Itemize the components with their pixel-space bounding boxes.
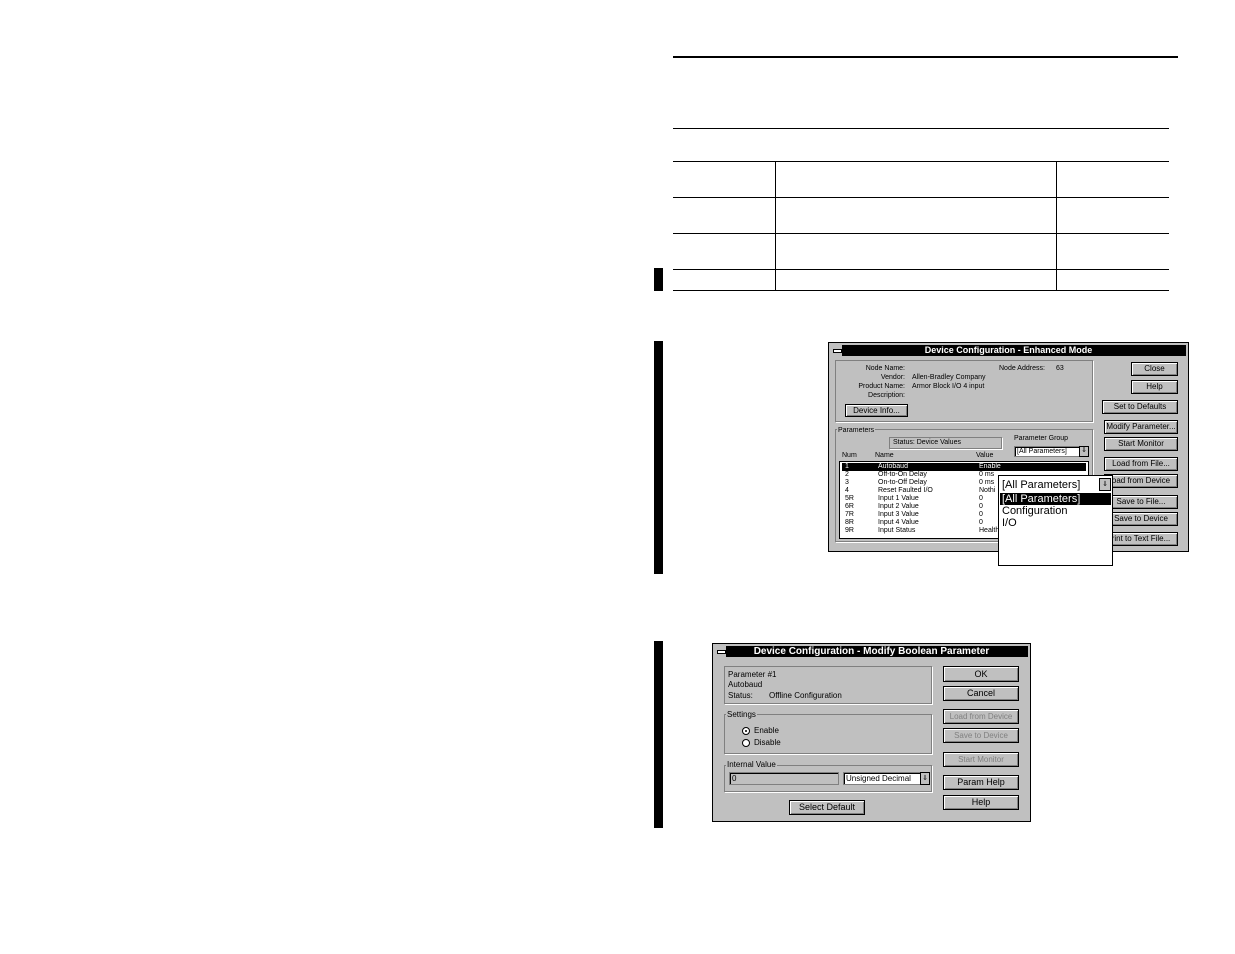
- row-name: Input 4 Value: [878, 519, 919, 526]
- print-to-text-file-button[interactable]: rint to Text File...: [1104, 532, 1178, 546]
- row-num: 5R: [845, 495, 854, 502]
- format-select[interactable]: Unsigned Decimal: [843, 772, 921, 785]
- vendor-value: Allen-Bradley Company: [912, 374, 986, 381]
- row-num: 2: [845, 471, 849, 478]
- parameter-group-select[interactable]: [All Parameters]: [1014, 446, 1080, 457]
- internal-value-field[interactable]: 0: [729, 772, 839, 785]
- table-rule: [673, 269, 1169, 270]
- parameter-number: Parameter #1: [728, 670, 777, 679]
- col-num-header: Num: [842, 452, 857, 459]
- row-name: Input 1 Value: [878, 495, 919, 502]
- dropdown-arrow-icon[interactable]: ⇓: [1079, 446, 1089, 457]
- row-num: 3: [845, 479, 849, 486]
- system-menu-icon[interactable]: [831, 345, 843, 356]
- table-rule: [673, 233, 1169, 234]
- section-rule: [673, 128, 1169, 129]
- help-button[interactable]: Help: [1131, 380, 1178, 394]
- dropdown-option[interactable]: I/O: [1000, 517, 1111, 529]
- save-to-device-button[interactable]: Save to Device: [943, 728, 1019, 743]
- table-col-divider: [775, 161, 776, 291]
- disable-radio[interactable]: [742, 739, 750, 747]
- window-title: Device Configuration - Enhanced Mode: [831, 345, 1186, 356]
- row-num: 1: [845, 463, 849, 470]
- cancel-button[interactable]: Cancel: [943, 686, 1019, 701]
- system-menu-icon[interactable]: [715, 646, 727, 657]
- row-name: Input Status: [878, 527, 916, 534]
- settings-label: Settings: [726, 710, 757, 720]
- status-value: Offline Configuration: [769, 691, 842, 700]
- node-address-label: Node Address:: [999, 365, 1045, 372]
- load-from-device-button[interactable]: oad from Device: [1104, 474, 1178, 488]
- col-value-header: Value: [976, 452, 994, 459]
- select-default-button[interactable]: Select Default: [789, 800, 865, 815]
- row-value: 0 ms: [979, 479, 995, 486]
- row-name: Input 3 Value: [878, 511, 919, 518]
- row-num: 4: [845, 487, 849, 494]
- disable-label[interactable]: Disable: [754, 738, 781, 748]
- parameters-label: Parameters: [837, 427, 876, 435]
- row-name: Input 2 Value: [878, 503, 919, 510]
- row-name: On-to-Off Delay: [878, 479, 927, 486]
- row-value: 0: [979, 495, 983, 502]
- header-rule: [673, 56, 1178, 58]
- save-to-device-button[interactable]: Save to Device: [1104, 512, 1178, 526]
- vendor-label: Vendor:: [880, 374, 905, 381]
- row-num: 6R: [845, 503, 854, 510]
- product-name-label: Product Name:: [858, 383, 905, 390]
- status-text: Status: Device Values: [893, 439, 961, 446]
- row-num: 8R: [845, 519, 854, 526]
- row-value: Enable: [979, 463, 1001, 470]
- row-value: 0 ms: [979, 471, 995, 478]
- status-label: Status:: [728, 691, 753, 700]
- parameter-group-dropdown[interactable]: [All Parameters] ⇓ [All Parameters] Conf…: [998, 475, 1113, 566]
- node-address-value: 63: [1056, 365, 1064, 372]
- row-value: Health: [979, 527, 1000, 534]
- row-name: Reset Faulted I/O: [878, 487, 933, 494]
- dropdown-selected-value[interactable]: [All Parameters]: [1000, 479, 1080, 491]
- table-row[interactable]: 1 Autobaud Enable: [842, 463, 1086, 471]
- row-num: 7R: [845, 511, 854, 518]
- enable-label[interactable]: Enable: [754, 726, 779, 736]
- row-value: 0: [979, 511, 983, 518]
- row-value: 0: [979, 503, 983, 510]
- start-monitor-button[interactable]: Start Monitor: [943, 752, 1019, 767]
- row-value: 0: [979, 519, 983, 526]
- modify-boolean-window: Device Configuration - Modify Boolean Pa…: [712, 643, 1031, 822]
- dropdown-arrow-icon[interactable]: ⇓: [1099, 478, 1111, 491]
- table-col-divider: [1056, 161, 1057, 291]
- start-monitor-button[interactable]: Start Monitor: [1104, 437, 1178, 451]
- dropdown-option[interactable]: [All Parameters]: [1000, 493, 1111, 505]
- save-to-file-button[interactable]: Save to File...: [1104, 495, 1178, 509]
- change-bar: [654, 268, 663, 291]
- help-button[interactable]: Help: [943, 795, 1019, 810]
- description-label: Description:: [868, 392, 905, 399]
- load-from-device-button[interactable]: Load from Device: [943, 709, 1019, 724]
- node-name-label: Node Name:: [865, 365, 905, 372]
- close-button[interactable]: Close: [1131, 362, 1178, 376]
- parameter-name: Autobaud: [728, 680, 763, 689]
- product-name-value: Armor Block I/O 4 input: [912, 383, 985, 390]
- dropdown-option[interactable]: Configuration: [1000, 505, 1111, 517]
- parameter-group-label: Parameter Group: [1014, 435, 1069, 442]
- modify-parameter-button[interactable]: Modify Parameter...: [1104, 420, 1178, 434]
- enable-radio[interactable]: [742, 727, 750, 735]
- table-rule: [673, 161, 1169, 162]
- load-from-file-button[interactable]: Load from File...: [1104, 457, 1178, 471]
- row-value: Nothi: [979, 487, 996, 494]
- window-title: Device Configuration - Modify Boolean Pa…: [715, 646, 1028, 657]
- row-name: Off-to-On Delay: [878, 471, 927, 478]
- row-num: 9R: [845, 527, 854, 534]
- ok-button[interactable]: OK: [943, 666, 1019, 682]
- change-bar: [654, 641, 663, 828]
- device-info-button[interactable]: Device Info...: [845, 404, 908, 417]
- table-rule: [673, 197, 1169, 198]
- col-name-header: Name: [875, 452, 894, 459]
- internal-value-label: Internal Value: [726, 760, 777, 770]
- table-rule: [673, 290, 1169, 291]
- param-help-button[interactable]: Param Help: [943, 775, 1019, 790]
- dropdown-arrow-icon[interactable]: ⇓: [920, 772, 930, 785]
- change-bar: [654, 341, 663, 574]
- set-defaults-button[interactable]: Set to Defaults: [1102, 400, 1178, 414]
- row-name: Autobaud: [878, 463, 908, 470]
